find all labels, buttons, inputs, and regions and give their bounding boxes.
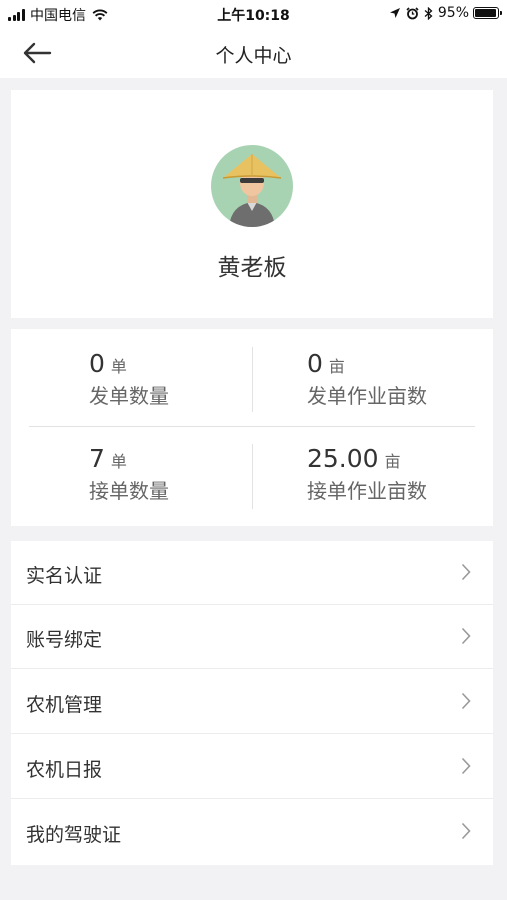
stat-sent-area: 0亩 发单作业亩数 [307,349,507,409]
chevron-right-icon [461,563,471,581]
chevron-right-icon [461,627,471,645]
stat-unit: 亩 [384,452,401,471]
menu-item-account-binding[interactable]: 账号绑定 [11,605,493,669]
menu-item-label: 我的驾驶证 [26,824,122,846]
avatar[interactable] [211,145,293,227]
page-title: 个人中心 [215,45,292,67]
bluetooth-icon [424,6,433,20]
menu-item-machinery-daily-report[interactable]: 农机日报 [11,735,493,799]
stat-unit: 单 [110,357,127,376]
menu-list: 实名认证 账号绑定 农机管理 农机日报 我的驾驶证 [11,541,493,865]
status-bar-right: 95% [389,5,502,21]
nav-bar: 个人中心 [0,28,507,78]
farmer-avatar-icon [222,154,282,227]
status-bar: 中国电信 上午10:18 95% [0,0,507,28]
stat-label: 接单数量 [89,479,169,503]
stat-label: 接单作业亩数 [307,479,427,503]
profile-card: 黄老板 [11,90,493,318]
divider [252,347,253,412]
stat-value: 0 [307,349,323,378]
menu-item-real-name-verification[interactable]: 实名认证 [11,541,493,605]
stat-value: 7 [89,444,105,473]
stat-unit: 亩 [328,357,345,376]
battery-percent: 95% [437,5,469,21]
menu-item-label: 账号绑定 [26,629,103,651]
location-arrow-icon [389,8,400,18]
chevron-right-icon [461,822,471,840]
menu-item-label: 农机管理 [26,694,103,716]
user-name: 黄老板 [217,255,287,281]
divider [29,426,475,427]
stat-sent-orders: 0单 发单数量 [89,349,289,409]
chevron-right-icon [461,757,471,775]
stat-label: 发单数量 [89,384,169,408]
alarm-icon [406,6,419,19]
menu-item-machinery-management[interactable]: 农机管理 [11,670,493,734]
stat-value: 0 [89,349,105,378]
menu-item-label: 实名认证 [26,565,103,587]
stat-received-orders: 7单 接单数量 [89,444,289,504]
stat-unit: 单 [110,452,127,471]
menu-item-my-driver-license[interactable]: 我的驾驶证 [11,800,493,864]
battery-icon [473,7,502,19]
stat-received-area: 25.00 亩 接单作业亩数 [307,444,507,504]
chevron-right-icon [461,692,471,710]
menu-item-label: 农机日报 [26,759,103,781]
stats-card: 0单 发单数量 0亩 发单作业亩数 7单 接单数量 25.00 亩 接单作业亩数 [11,329,493,526]
stat-value: 25.00 [307,444,379,473]
stat-label: 发单作业亩数 [307,384,427,408]
battery-fill [475,9,496,17]
